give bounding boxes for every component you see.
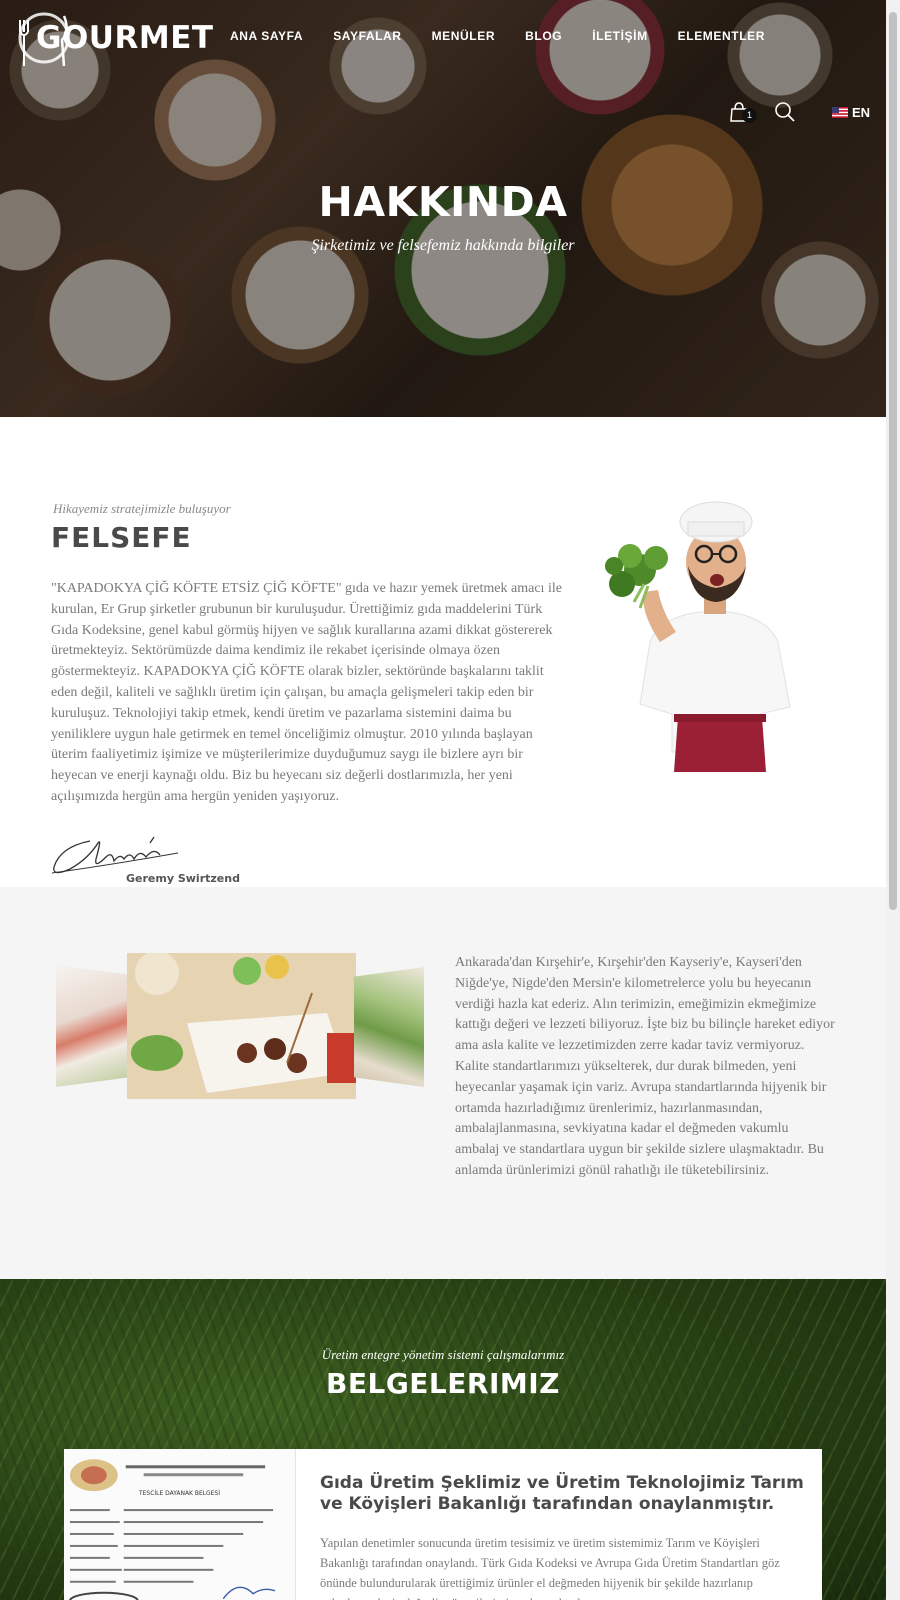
slider-image-prev[interactable] (56, 965, 130, 1087)
certificates-section: Üretim entegre yönetim sistemi çalışmala… (0, 1279, 886, 1600)
certificate-document-image[interactable]: TESCİLE DAYANAK BELGESİ (64, 1449, 296, 1600)
page-scrollbar[interactable] (886, 0, 900, 1600)
signature-name: Geremy Swirtzend (126, 872, 240, 885)
slider-image-next[interactable] (354, 967, 424, 1087)
slider-image-current (127, 953, 356, 1099)
language-label: EN (852, 105, 871, 120)
hero-banner: GOURMET ANA SAYFA SAYFALAR MENÜLER BLOG … (0, 0, 886, 417)
main-nav: ANA SAYFA SAYFALAR MENÜLER BLOG İLETİŞİM… (230, 29, 795, 43)
cart-count-badge: 1 (742, 108, 757, 123)
philosophy-section: Hikayemiz stratejimizle buluşuyor FELSEF… (0, 417, 886, 887)
site-logo[interactable]: GOURMET (12, 10, 213, 68)
page-title: HAKKINDA (318, 178, 568, 226)
certificate-text: Yapılan denetimler sonucunda üretim tesi… (320, 1536, 780, 1600)
nav-item-menuler[interactable]: MENÜLER (432, 29, 496, 43)
section-kicker: Üretim entegre yönetim sistemi çalışmala… (321, 1347, 565, 1362)
scrollbar-thumb[interactable] (889, 12, 897, 910)
food-image-slider[interactable] (56, 953, 426, 1101)
search-icon[interactable] (774, 101, 796, 123)
nav-item-sayfalar[interactable]: SAYFALAR (333, 29, 401, 43)
section-title: FELSEFE (51, 521, 192, 554)
us-flag-icon (832, 107, 848, 118)
certificate-title: TESCİLE DAYANAK BELGESİ (138, 1490, 220, 1497)
nav-item-blog[interactable]: BLOG (525, 29, 562, 43)
certificate-heading: Gıda Üretim Şeklimiz ve Üretim Teknoloji… (320, 1473, 804, 1514)
philosophy-text: "KAPADOKYA ÇİĞ KÖFTE ETSİZ ÇİĞ KÖFTE" gı… (51, 581, 562, 804)
language-switcher[interactable]: EN (832, 105, 870, 120)
page-subtitle: Şirketimiz ve felsefemiz hakkında bilgil… (311, 237, 575, 254)
nav-item-ana-sayfa[interactable]: ANA SAYFA (230, 29, 303, 43)
nav-item-iletisim[interactable]: İLETİŞİM (592, 29, 647, 43)
story-text: Ankarada'dan Kırşehir'e, Kırşehir'den Ka… (455, 955, 835, 1178)
story-section: Ankarada'dan Kırşehir'e, Kırşehir'den Ka… (0, 887, 886, 1279)
chef-holding-greens-image (605, 501, 791, 772)
section-title: BELGELERIMIZ (326, 1367, 560, 1400)
section-kicker: Hikayemiz stratejimizle buluşuyor (53, 501, 231, 516)
logo-text: GOURMET (36, 20, 214, 56)
nav-item-elementler[interactable]: ELEMENTLER (678, 29, 765, 43)
certificate-card: TESCİLE DAYANAK BELGESİ Gıda Üretim Şekl… (64, 1449, 822, 1600)
